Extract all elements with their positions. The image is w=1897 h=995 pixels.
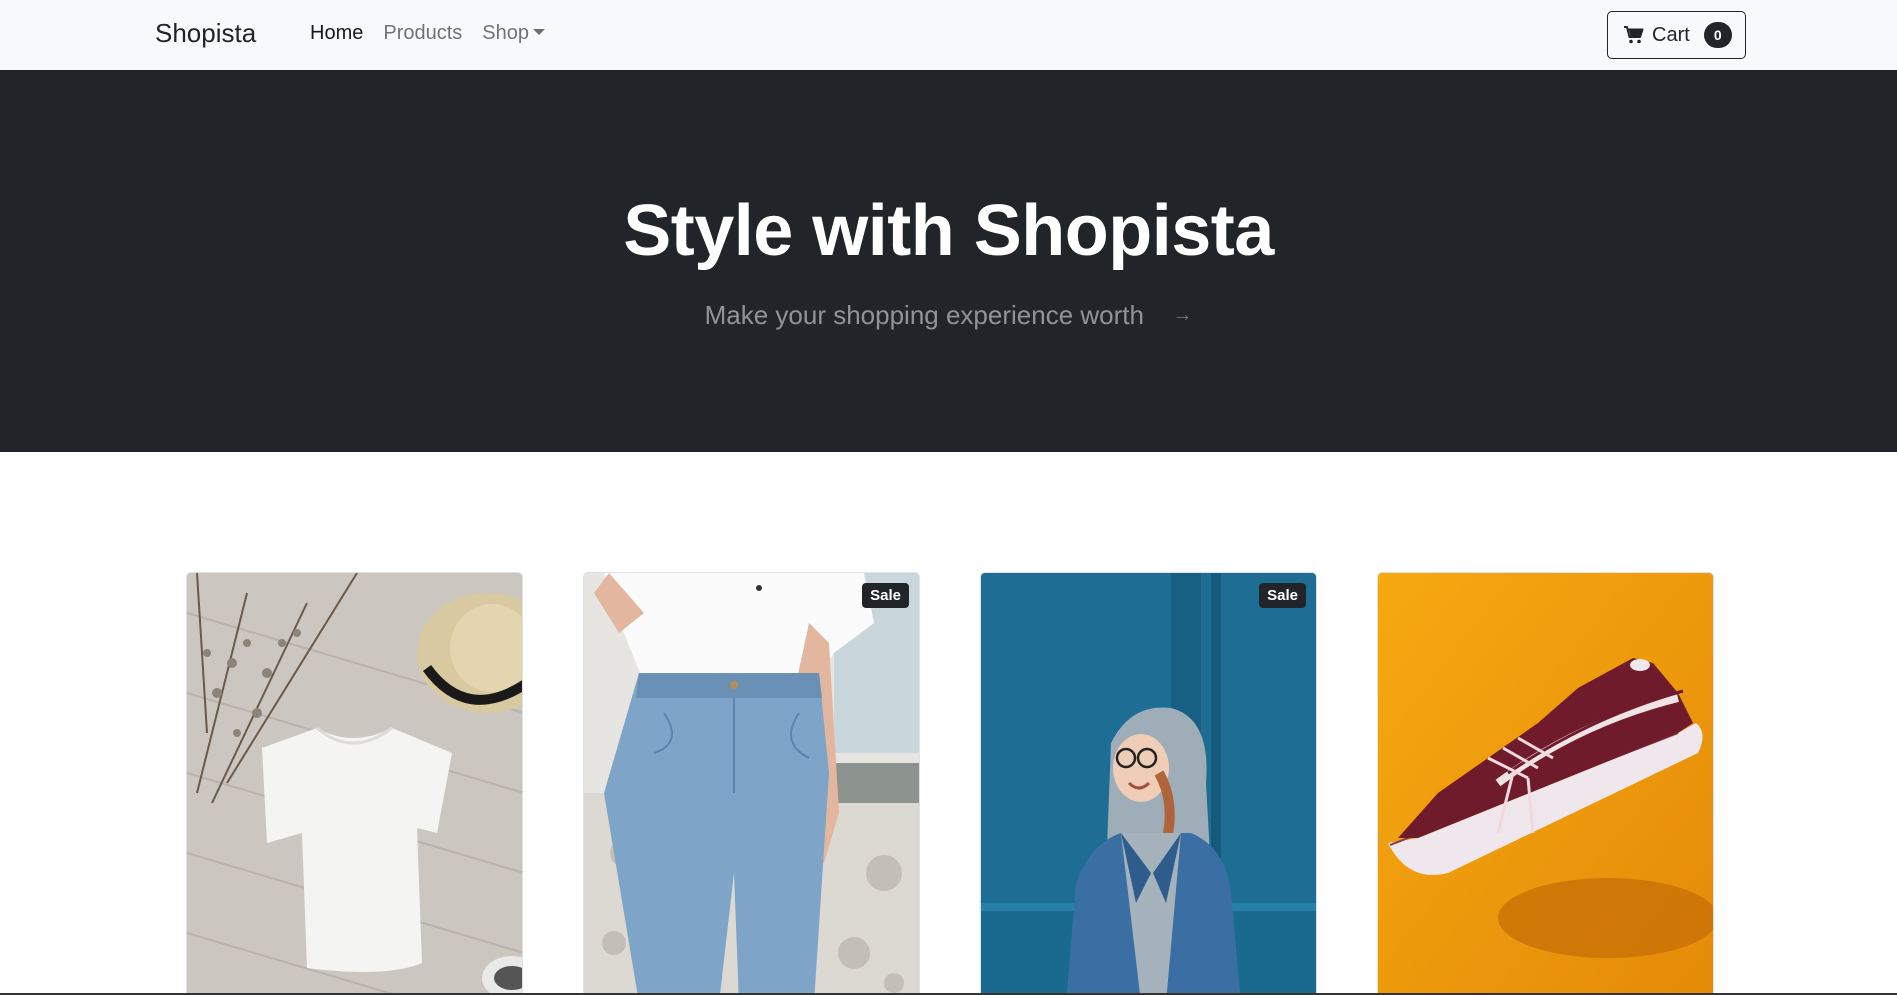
- hero-banner: Style with Shopista Make your shopping e…: [0, 70, 1897, 452]
- cart-count-badge: 0: [1703, 22, 1732, 48]
- caret-down-icon: [533, 29, 546, 35]
- product-grid: Sale Sale: [0, 452, 1897, 995]
- hero-title: Style with Shopista: [623, 191, 1274, 271]
- nav-link-products[interactable]: Products: [383, 22, 462, 45]
- arrow-right-icon: →: [1172, 304, 1193, 326]
- product-card[interactable]: [186, 572, 523, 995]
- brand-logo[interactable]: Shopista: [155, 18, 256, 49]
- nav-link-shop[interactable]: Shop: [482, 22, 546, 45]
- hero-subtitle: Make your shopping experience worth: [704, 300, 1144, 330]
- cart-icon: [1624, 26, 1644, 44]
- nav-links: Home Products Shop: [310, 22, 546, 45]
- product-image-sneaker: [1378, 573, 1713, 995]
- nav-link-shop-label: Shop: [482, 22, 530, 44]
- product-card[interactable]: Sale: [980, 572, 1317, 995]
- product-card[interactable]: Sale: [583, 572, 920, 995]
- cart-button[interactable]: Cart 0: [1607, 11, 1746, 59]
- product-image-jeans: [584, 573, 919, 995]
- product-card[interactable]: [1377, 572, 1714, 995]
- product-image-denim-jacket: [981, 573, 1316, 995]
- sale-badge: Sale: [862, 583, 909, 608]
- hero-subtitle-row: Make your shopping experience worth →: [0, 300, 1897, 331]
- sale-badge: Sale: [1259, 583, 1306, 608]
- product-image-tshirt: [187, 573, 522, 995]
- navbar: Shopista Home Products Shop Cart 0: [0, 0, 1897, 70]
- nav-link-home[interactable]: Home: [310, 22, 363, 45]
- cart-label: Cart: [1652, 23, 1690, 46]
